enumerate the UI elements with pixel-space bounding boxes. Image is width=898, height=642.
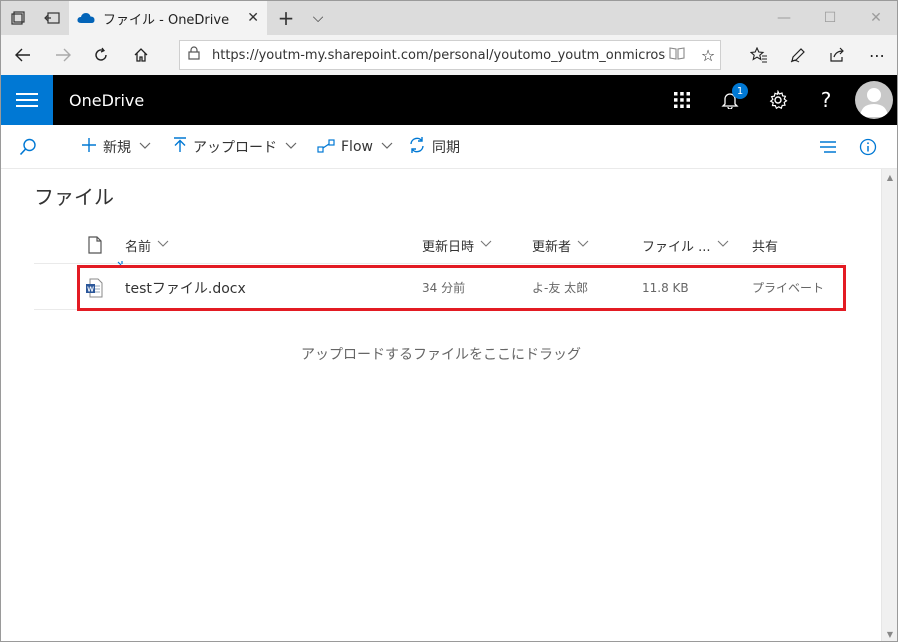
- more-menu-icon[interactable]: ⋯: [857, 35, 897, 75]
- file-list-area: ファイル 名前 更新日時 更新者 ファイル ... 共有 W testファイル.…: [1, 169, 881, 641]
- notification-badge: 1: [732, 83, 748, 99]
- drop-hint: アップロードするファイルをここにドラッグ: [301, 347, 581, 363]
- tab-menu-chevron-icon[interactable]: ⌵: [301, 1, 335, 35]
- close-tab-icon[interactable]: ✕: [247, 10, 259, 26]
- web-note-pen-icon[interactable]: [778, 35, 818, 75]
- info-icon: [859, 138, 877, 156]
- navigation-bar: https://youtm-my.sharepoint.com/personal…: [1, 35, 897, 75]
- chevron-down-icon: [480, 240, 492, 251]
- header-divider: [34, 263, 844, 264]
- file-type-column-header[interactable]: [88, 236, 102, 254]
- favorites-hub-icon[interactable]: [739, 35, 779, 75]
- search-icon: [19, 138, 36, 156]
- chevron-down-icon: [381, 142, 393, 153]
- new-label: 新規: [103, 140, 131, 156]
- sharing-column-header[interactable]: 共有: [752, 236, 778, 255]
- modified-column-label: 更新日時: [422, 240, 475, 255]
- chevron-down-icon: [285, 142, 297, 153]
- onedrive-header: OneDrive 1 ?: [1, 75, 897, 125]
- hamburger-icon: [16, 93, 38, 107]
- view-options-button[interactable]: [819, 125, 837, 169]
- app-launcher-icon[interactable]: [658, 75, 706, 125]
- new-tab-button[interactable]: +: [269, 1, 303, 35]
- settings-gear-icon[interactable]: [754, 75, 802, 125]
- info-button[interactable]: [859, 125, 877, 169]
- upload-button[interactable]: アップロード: [173, 125, 297, 169]
- maximize-button[interactable]: ☐: [807, 1, 853, 35]
- chevron-down-icon: [717, 240, 729, 251]
- plus-icon: [81, 137, 97, 157]
- back-button[interactable]: [3, 35, 43, 75]
- search-button[interactable]: [19, 125, 37, 169]
- sharing-column-label: 共有: [752, 240, 779, 255]
- tab-title: ファイル - OneDrive: [103, 12, 230, 28]
- page-title: ファイル: [34, 185, 114, 209]
- favorite-star-icon[interactable]: ☆: [696, 46, 720, 65]
- chevron-down-icon: [577, 240, 589, 251]
- onedrive-cloud-icon: [77, 13, 95, 23]
- list-view-icon: [820, 141, 836, 153]
- size-column-label: ファイル ...: [642, 240, 711, 255]
- scroll-down-arrow-icon[interactable]: ▼: [882, 626, 897, 641]
- refresh-button[interactable]: [81, 35, 121, 75]
- tab-onedrive[interactable]: ファイル - OneDrive ✕: [69, 1, 267, 35]
- new-button[interactable]: 新規: [81, 125, 151, 169]
- document-icon: [88, 236, 102, 254]
- upload-arrow-icon: [173, 137, 187, 157]
- help-icon[interactable]: ?: [802, 75, 850, 125]
- url-text: https://youtm-my.sharepoint.com/personal…: [212, 47, 666, 63]
- navigation-menu-button[interactable]: [1, 75, 53, 125]
- forward-button[interactable]: [43, 35, 83, 75]
- app-title[interactable]: OneDrive: [69, 75, 144, 125]
- set-aside-tabs-icon[interactable]: [35, 1, 69, 35]
- scroll-up-arrow-icon[interactable]: ▲: [882, 169, 897, 185]
- vertical-scrollbar[interactable]: ▲ ▼: [881, 169, 897, 641]
- chevron-down-icon: [157, 240, 169, 251]
- avatar[interactable]: [855, 81, 893, 119]
- sync-button[interactable]: 同期: [408, 125, 460, 169]
- browser-window: ファイル - OneDrive ✕ + ⌵ — ☐ ✕ https://yout…: [0, 0, 898, 642]
- name-column-header[interactable]: 名前: [125, 236, 169, 255]
- sync-icon: [408, 136, 426, 158]
- chevron-down-icon: [139, 142, 151, 153]
- notifications-bell-icon[interactable]: 1: [706, 75, 754, 125]
- lock-icon: [188, 46, 202, 64]
- highlight-box: [77, 265, 846, 311]
- flow-button[interactable]: Flow: [317, 125, 393, 169]
- flow-icon: [317, 138, 335, 157]
- tabs-aside-icon[interactable]: [1, 1, 35, 35]
- address-bar[interactable]: https://youtm-my.sharepoint.com/personal…: [179, 40, 721, 70]
- share-icon[interactable]: [817, 35, 857, 75]
- modified-by-column-header[interactable]: 更新者: [532, 236, 589, 255]
- home-button[interactable]: [121, 35, 161, 75]
- modified-column-header[interactable]: 更新日時: [422, 236, 492, 255]
- size-column-header[interactable]: ファイル ...: [642, 236, 729, 255]
- sync-label: 同期: [432, 140, 460, 156]
- upload-label: アップロード: [193, 140, 277, 156]
- name-column-label: 名前: [125, 240, 152, 255]
- title-bar: ファイル - OneDrive ✕ + ⌵ — ☐ ✕: [1, 1, 897, 35]
- modified-by-column-label: 更新者: [532, 240, 572, 255]
- reading-view-icon[interactable]: [666, 46, 688, 64]
- close-window-button[interactable]: ✕: [853, 1, 897, 35]
- flow-label: Flow: [341, 139, 373, 155]
- command-bar: 新規 アップロード Flow 同期: [1, 125, 897, 169]
- minimize-button[interactable]: —: [761, 1, 807, 35]
